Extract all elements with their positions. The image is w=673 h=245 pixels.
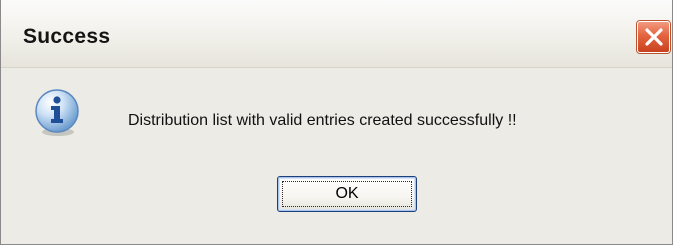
title-bar[interactable]: Success bbox=[1, 0, 672, 68]
dialog-content: Distribution list with valid entries cre… bbox=[1, 68, 672, 244]
close-icon bbox=[645, 28, 663, 46]
info-icon bbox=[35, 89, 79, 136]
message-text: Distribution list with valid entries cre… bbox=[128, 112, 517, 129]
ok-button-label: OK bbox=[335, 185, 359, 202]
dialog-title: Success bbox=[23, 25, 111, 48]
ok-button[interactable]: OK bbox=[277, 176, 417, 212]
success-dialog: Success Distribution list with valid ent… bbox=[0, 0, 673, 245]
close-button[interactable] bbox=[637, 21, 670, 53]
